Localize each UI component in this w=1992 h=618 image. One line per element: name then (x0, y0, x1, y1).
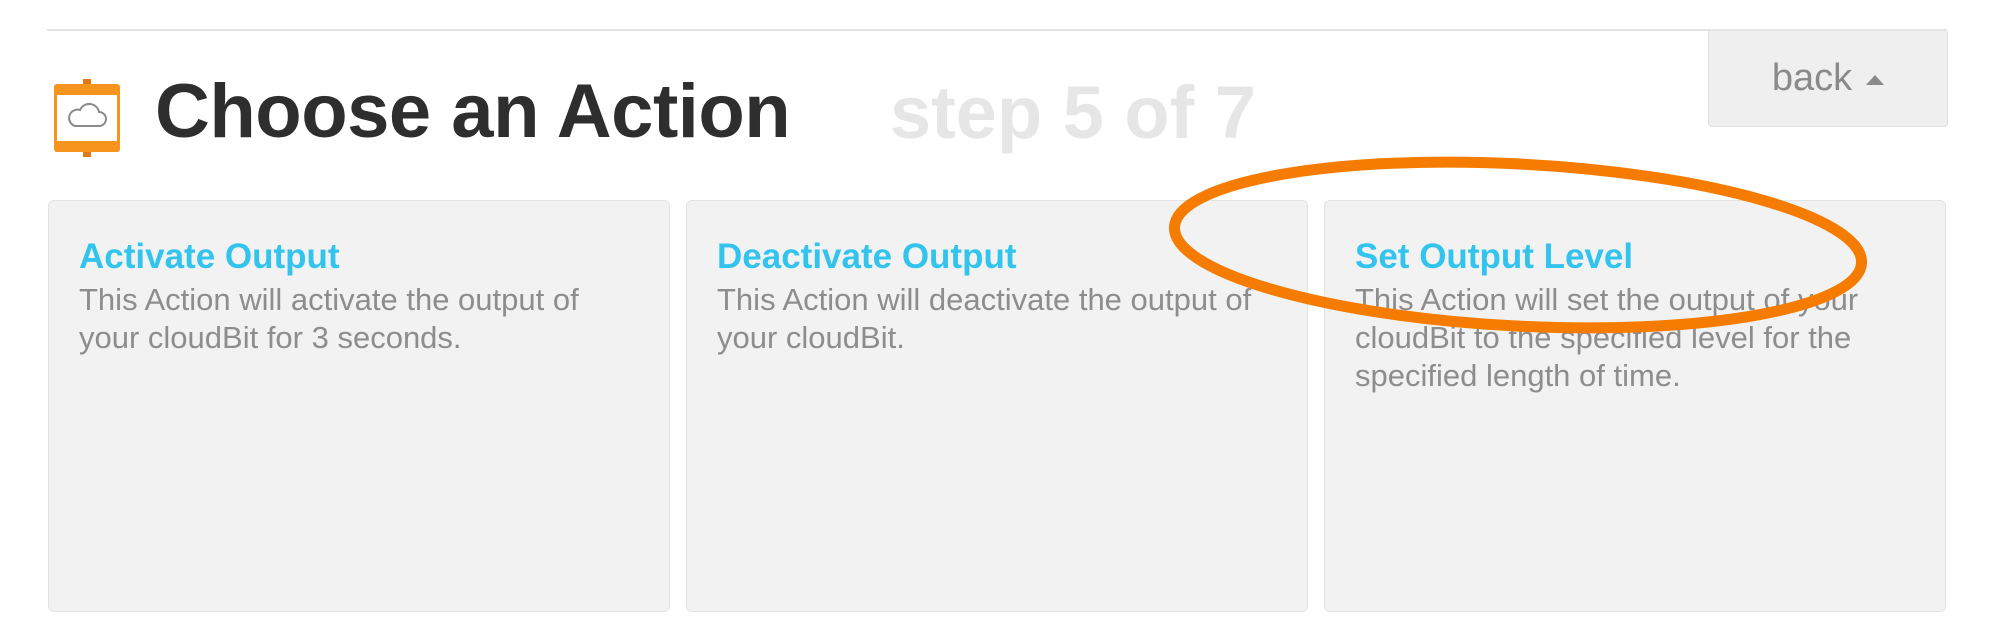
step-indicator: step 5 of 7 (890, 71, 1256, 154)
cloudbit-icon (54, 79, 120, 157)
action-card-deactivate-output[interactable]: Deactivate Output This Action will deact… (686, 200, 1308, 612)
action-title[interactable]: Deactivate Output (717, 235, 1277, 279)
back-label: back (1771, 57, 1853, 99)
action-description: This Action will set the output of your … (1355, 282, 1859, 393)
top-divider (47, 29, 1947, 31)
caret-up-icon (1866, 74, 1885, 85)
page: back Choose an Action step 5 of 7 Activa… (0, 0, 1992, 618)
action-description: This Action will deactivate the output o… (717, 282, 1252, 355)
action-card-activate-output[interactable]: Activate Output This Action will activat… (48, 200, 670, 612)
back-button[interactable]: back (1708, 31, 1948, 127)
page-title: Choose an Action (155, 69, 791, 154)
action-description: This Action will activate the output of … (79, 282, 579, 355)
action-title[interactable]: Set Output Level (1355, 235, 1915, 279)
action-title[interactable]: Activate Output (79, 235, 639, 279)
action-card-set-output-level[interactable]: Set Output Level This Action will set th… (1324, 200, 1946, 612)
